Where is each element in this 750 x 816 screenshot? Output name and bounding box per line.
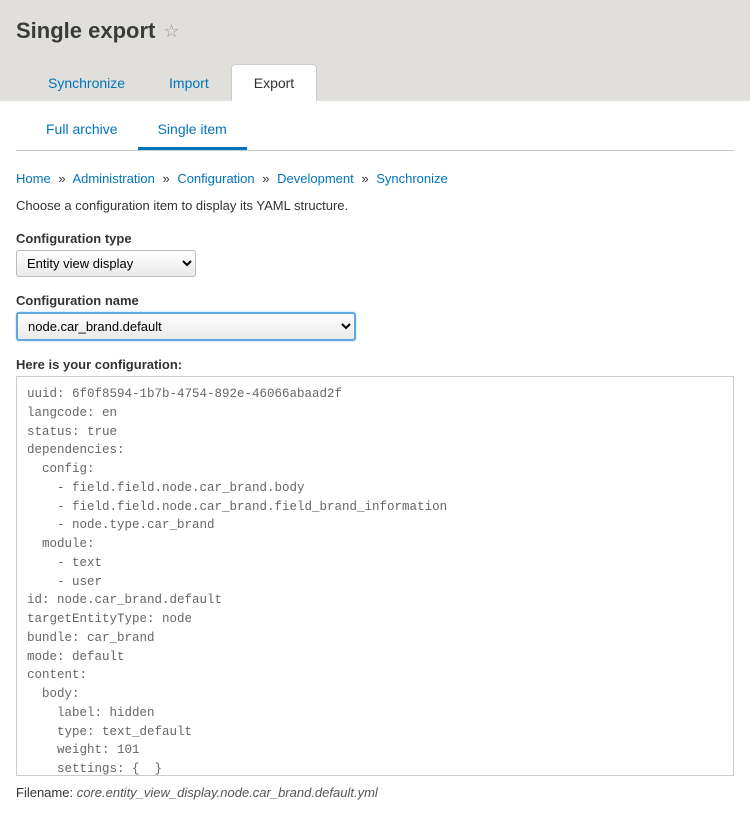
yaml-output-label: Here is your configuration: [16,357,734,372]
config-name-label: Configuration name [16,293,734,308]
breadcrumb-home[interactable]: Home [16,171,51,186]
breadcrumb: Home » Administration » Configuration » … [16,171,734,186]
page-title-row: Single export ☆ [16,18,734,44]
breadcrumb-sep: » [162,171,169,186]
breadcrumb-sep: » [58,171,65,186]
filename-value: core.entity_view_display.node.car_brand.… [77,785,378,800]
breadcrumb-sep: » [262,171,269,186]
primary-tabs: Synchronize Import Export [16,64,734,101]
breadcrumb-development[interactable]: Development [277,171,354,186]
content-region: Full archive Single item Home » Administ… [0,101,750,816]
config-type-label: Configuration type [16,231,734,246]
breadcrumb-configuration[interactable]: Configuration [177,171,254,186]
breadcrumb-synchronize[interactable]: Synchronize [376,171,448,186]
subtab-full-archive[interactable]: Full archive [26,111,138,150]
breadcrumb-sep: » [361,171,368,186]
header-region: Single export ☆ Synchronize Import Expor… [0,0,750,101]
secondary-tabs: Full archive Single item [16,101,734,151]
page-title: Single export [16,18,155,44]
breadcrumb-administration[interactable]: Administration [72,171,154,186]
filename-label: Filename: [16,785,73,800]
subtab-single-item[interactable]: Single item [138,111,247,150]
tab-import[interactable]: Import [147,64,231,101]
intro-text: Choose a configuration item to display i… [16,198,734,213]
filename-row: Filename: core.entity_view_display.node.… [16,785,734,800]
config-name-select[interactable]: node.car_brand.default [16,312,356,341]
yaml-output[interactable] [16,376,734,776]
tab-synchronize[interactable]: Synchronize [26,64,147,101]
tab-export[interactable]: Export [231,64,317,101]
config-type-select[interactable]: Entity view display [16,250,196,277]
star-outline-icon[interactable]: ☆ [163,21,179,42]
